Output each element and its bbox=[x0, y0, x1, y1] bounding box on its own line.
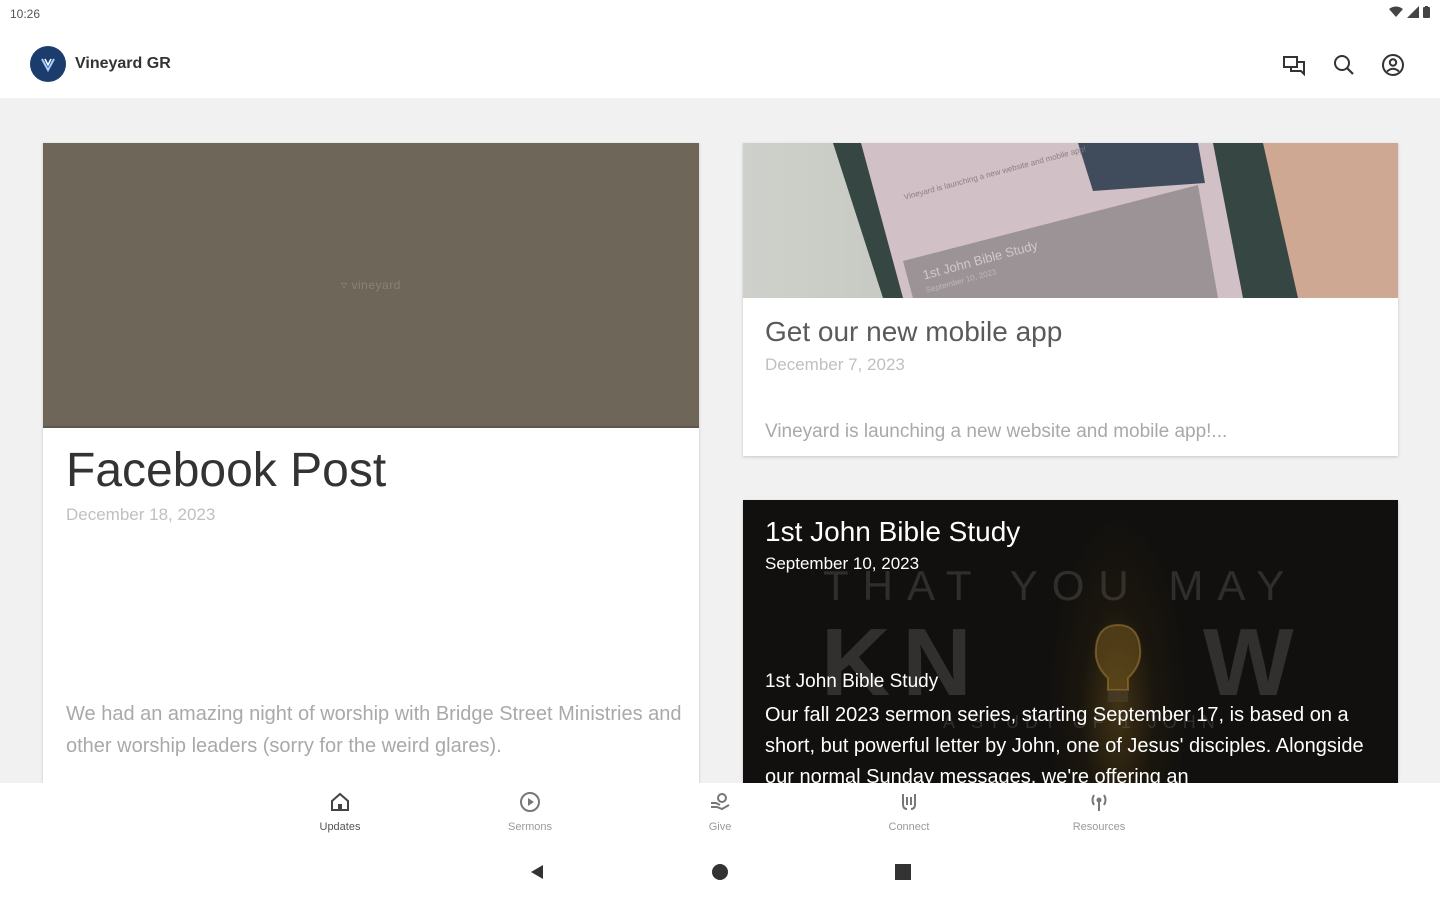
card-description: Our fall 2023 sermon series, starting Se… bbox=[765, 704, 1364, 783]
status-time: 10:26 bbox=[10, 7, 41, 21]
card-title: 1st John Bible Study bbox=[765, 516, 1021, 547]
bible-study-card[interactable]: THAT YOU MAY KN W A STUDY OF 1 JOHN 1st … bbox=[743, 500, 1398, 783]
bottom-navigation: Updates Sermons Give Connect Resources bbox=[0, 783, 1440, 843]
facebook-post-image: ▿ vineyard bbox=[43, 143, 699, 428]
vineyard-logo[interactable] bbox=[30, 46, 66, 82]
card-description: We had an amazing night of worship with … bbox=[66, 703, 682, 757]
status-bar: 10:26 bbox=[0, 0, 1440, 30]
app-bar: Vineyard GR bbox=[0, 30, 1440, 98]
resources-icon bbox=[1091, 794, 1107, 811]
phone-photo: Vineyard is launching a new website and … bbox=[743, 143, 1398, 298]
photo-overlay bbox=[743, 143, 1398, 298]
status-icons bbox=[1389, 6, 1430, 18]
card-date: September 10, 2023 bbox=[765, 554, 920, 573]
vine-icon: ▿ bbox=[341, 278, 348, 292]
back-icon[interactable] bbox=[528, 863, 546, 881]
recents-icon[interactable] bbox=[894, 863, 912, 881]
battery-icon bbox=[1423, 6, 1430, 18]
card-date: December 7, 2023 bbox=[765, 355, 905, 374]
give-hand-icon bbox=[711, 793, 730, 811]
mobile-app-card[interactable]: Vineyard is launching a new website and … bbox=[743, 143, 1398, 456]
play-circle-icon bbox=[520, 792, 540, 812]
wifi-icon bbox=[1389, 6, 1403, 17]
nav-label: Updates bbox=[319, 821, 361, 833]
nav-item-give[interactable]: Give bbox=[675, 791, 765, 833]
nav-item-sermons[interactable]: Sermons bbox=[485, 791, 575, 833]
nav-item-resources[interactable]: Resources bbox=[1054, 791, 1144, 833]
updates-feed[interactable]: ▿ vineyard Facebook Post December 18, 20… bbox=[0, 98, 1440, 783]
facebook-post-card[interactable]: ▿ vineyard Facebook Post December 18, 20… bbox=[43, 143, 699, 783]
signal-icon bbox=[1407, 6, 1419, 18]
nav-item-connect[interactable]: Connect bbox=[864, 791, 954, 833]
nav-label: Connect bbox=[888, 821, 930, 833]
card-title: Get our new mobile app bbox=[765, 316, 1063, 347]
home-icon bbox=[331, 792, 349, 811]
nav-item-updates[interactable]: Updates bbox=[295, 791, 385, 833]
search-icon[interactable] bbox=[1329, 50, 1359, 80]
account-icon[interactable] bbox=[1378, 50, 1408, 80]
vine-icon bbox=[41, 58, 55, 73]
card-title: Facebook Post bbox=[66, 444, 387, 497]
card-subtitle: 1st John Bible Study bbox=[765, 671, 939, 692]
home-button-icon[interactable] bbox=[711, 863, 729, 881]
nav-label: Resources bbox=[1072, 821, 1126, 833]
nav-label: Sermons bbox=[507, 821, 553, 833]
app-title: Vineyard GR bbox=[75, 55, 171, 72]
vineyard-watermark: ▿ vineyard bbox=[341, 278, 401, 292]
chat-icon[interactable] bbox=[1279, 50, 1309, 80]
card-description: Vineyard is launching a new website and … bbox=[765, 421, 1228, 442]
card-date: December 18, 2023 bbox=[66, 505, 216, 524]
system-navigation bbox=[0, 843, 1440, 900]
connect-icon bbox=[902, 794, 916, 810]
nav-label: Give bbox=[708, 821, 732, 833]
